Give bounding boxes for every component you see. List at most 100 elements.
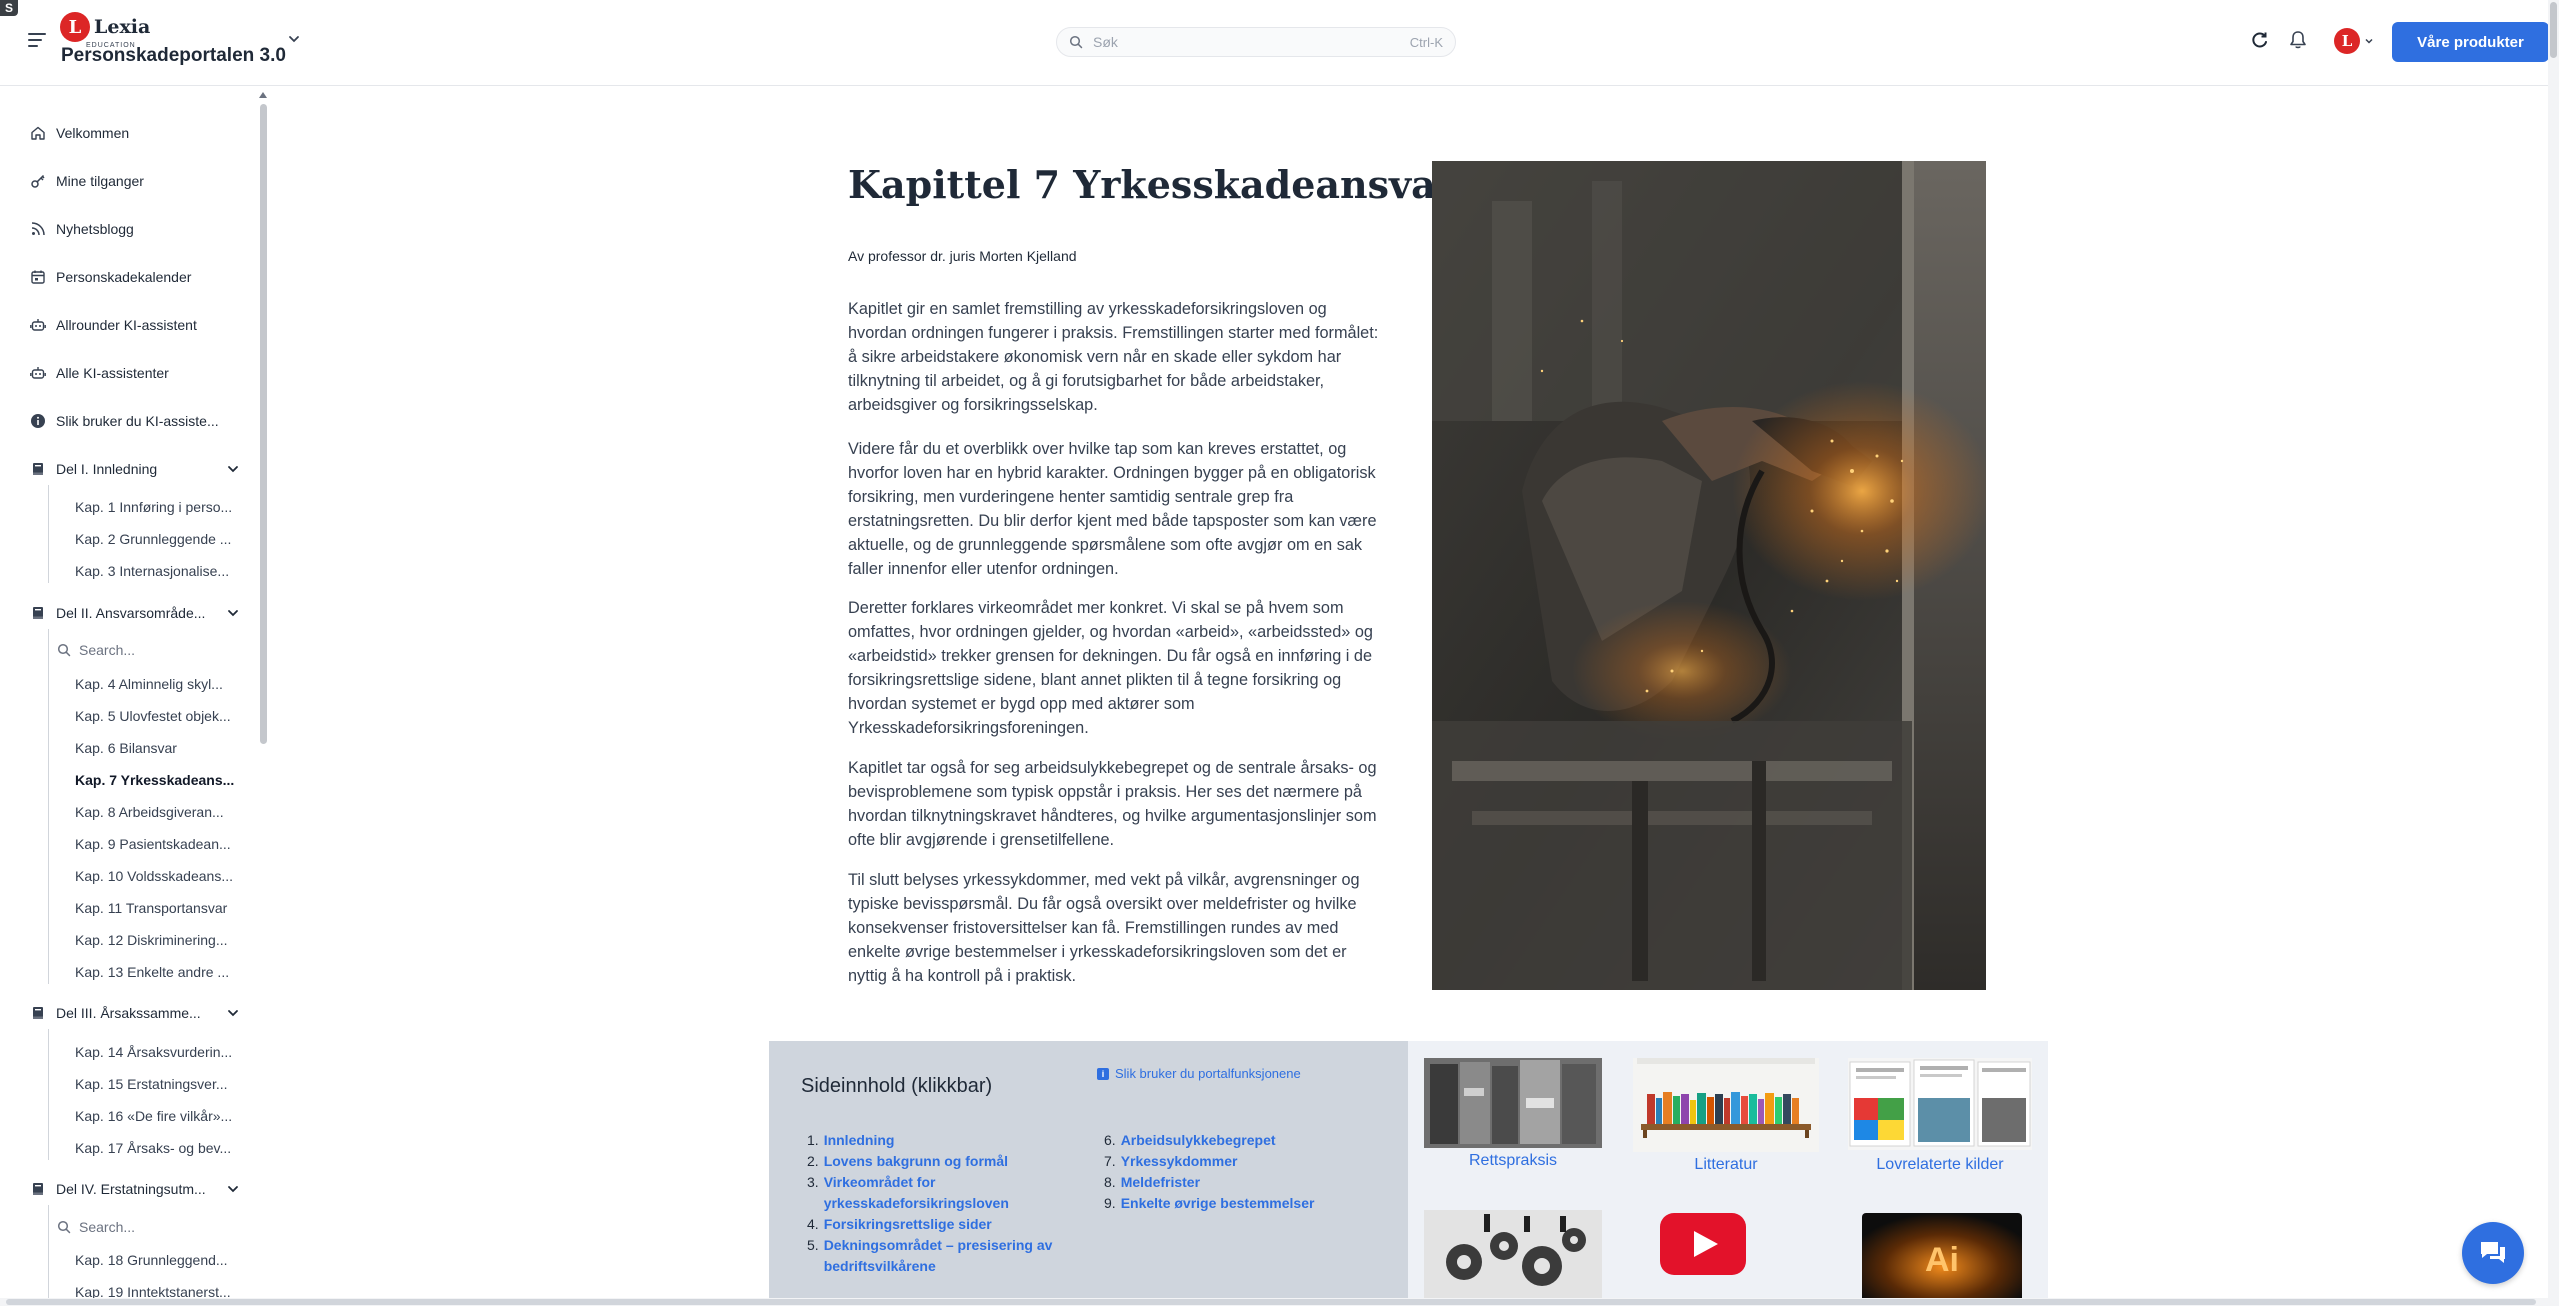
toc-link[interactable]: Meldefrister	[1121, 1172, 1200, 1193]
toc-entry[interactable]: 3. Virkeområdet for yrkesskadeforsikrings…	[807, 1172, 1067, 1214]
sidebar-chapter-item[interactable]: Kap. 8 Arbeidsgiveran...	[75, 804, 240, 820]
sidebar-item-2[interactable]: Mine tilganger	[30, 173, 144, 189]
article-byline: Av professor dr. juris Morten Kjelland	[848, 248, 1077, 264]
sidebar-chapter-item[interactable]: Kap. 15 Erstatningsver...	[75, 1076, 240, 1092]
calendar-icon	[31, 270, 45, 284]
sidebar-chapter-item[interactable]: Kap. 13 Enkelte andre ...	[75, 964, 240, 980]
tile-label[interactable]: Litteratur	[1633, 1156, 1819, 1174]
tree-guide-line	[48, 1205, 49, 1304]
sidebar-item-1[interactable]: Velkommen	[30, 125, 129, 141]
sidebar-item-7[interactable]: Slik bruker du KI-assiste...	[30, 413, 219, 429]
toc-link[interactable]: Enkelte øvrige bestemmelser	[1121, 1193, 1315, 1214]
toc-link[interactable]: Dekningsområdet – presisering av bedrift…	[824, 1235, 1067, 1277]
home-icon	[31, 126, 45, 140]
portal-help-link[interactable]: i Slik bruker du portalfunksjonene	[1097, 1066, 1301, 1081]
sidebar-chapter-item[interactable]: Kap. 10 Voldsskadeans...	[75, 868, 240, 884]
brand-logo[interactable]: L Lexia EDUCATION	[60, 12, 150, 49]
sidebar-chapter-item[interactable]: Kap. 5 Ulovfestet objek...	[75, 708, 240, 724]
sidebar-chapter-item[interactable]: Kap. 6 Bilansvar	[75, 740, 240, 756]
video-tile[interactable]	[1660, 1213, 1746, 1275]
toc-link[interactable]: Virkeområdet for yrkesskadeforsikringslo…	[824, 1172, 1067, 1214]
sidebar-chapter-item[interactable]: Kap. 14 Årsaksvurderin...	[75, 1044, 240, 1060]
avatar-chevron-icon[interactable]	[2364, 36, 2374, 46]
sidebar-scrollbar[interactable]	[259, 92, 268, 1292]
bot-icon	[30, 319, 46, 331]
sidebar-chapter-item[interactable]: Kap. 11 Transportansvar	[75, 900, 240, 916]
top-header: S L Lexia EDUCATION Personskadeportalen …	[0, 0, 2559, 86]
toc-link[interactable]: Lovens bakgrunn og formål	[824, 1151, 1008, 1172]
tile-label[interactable]: Rettspraksis	[1424, 1152, 1602, 1170]
menu-toggle-icon[interactable]	[28, 28, 52, 52]
article-paragraph: Kapitlet tar også for seg arbeidsulykkeb…	[848, 759, 1377, 849]
teamwork-gears-tile[interactable]	[1424, 1210, 1602, 1302]
litteratur-tile[interactable]	[1633, 1058, 1819, 1152]
chat-button[interactable]	[2462, 1222, 2524, 1284]
toc-number: 6.	[1104, 1132, 1116, 1148]
sidebar-group-2[interactable]: Del II. Ansvarsområde...	[30, 605, 240, 621]
sidebar-item-label: Alle KI-assistenter	[56, 365, 169, 381]
toc-entry[interactable]: 6. Arbeidsulykkebegrepet	[1104, 1130, 1384, 1151]
toc-number: 9.	[1104, 1195, 1116, 1211]
sidebar-chapter-item[interactable]: Kap. 2 Grunnleggende ...	[75, 531, 240, 547]
ai-tile[interactable]: Ai	[1862, 1213, 2022, 1303]
rettspraksis-tile[interactable]	[1424, 1058, 1602, 1148]
toc-entry[interactable]: 5. Dekningsområdet – presisering av bedri…	[807, 1235, 1067, 1277]
sidebar-chapter-item[interactable]: Kap. 9 Pasientskadean...	[75, 836, 240, 852]
bot-icon	[30, 367, 46, 379]
book-icon	[33, 463, 43, 475]
chevron-down-icon[interactable]	[226, 606, 240, 620]
app-title[interactable]: Personskadeportalen 3.0	[61, 45, 286, 67]
sidebar-item-4[interactable]: Personskadekalender	[30, 269, 191, 285]
sidebar-chapter-item[interactable]: Kap. 12 Diskriminering...	[75, 932, 240, 948]
toc-entry[interactable]: 9. Enkelte øvrige bestemmelser	[1104, 1193, 1384, 1214]
sidebar-chapter-item[interactable]: Kap. 1 Innføring i perso...	[75, 499, 240, 515]
refresh-icon[interactable]	[2248, 28, 2272, 52]
sidebar-item-label: Mine tilganger	[56, 173, 144, 189]
info-icon: i	[1097, 1067, 1109, 1080]
search-input[interactable]	[1093, 34, 1410, 50]
chevron-down-icon[interactable]	[226, 1006, 240, 1020]
toc-link[interactable]: Arbeidsulykkebegrepet	[1121, 1130, 1276, 1151]
sidebar-chapter-item[interactable]: Kap. 17 Årsaks- og bev...	[75, 1140, 240, 1156]
help-link-label[interactable]: Slik bruker du portalfunksjonene	[1115, 1066, 1301, 1081]
tile-label[interactable]: Lovrelaterte kilder	[1848, 1156, 2032, 1174]
sidebar-group-1[interactable]: Del I. Innledning	[30, 461, 240, 477]
sidebar-group-3[interactable]: Del III. Årsakssamme...	[30, 1005, 240, 1021]
sidebar-item-label: Velkommen	[56, 125, 130, 141]
toc-entry[interactable]: 7. Yrkessykdommer	[1104, 1151, 1384, 1172]
sidebar-chapter-item[interactable]: Kap. 4 Alminnelig skyl...	[75, 676, 240, 692]
sidebar-search-input[interactable]	[79, 642, 229, 658]
toc-number: 5.	[807, 1237, 819, 1253]
sidebar-group-search[interactable]	[57, 642, 240, 658]
lovrelaterte-kilder-tile[interactable]	[1848, 1058, 2032, 1150]
sidebar-group-search[interactable]	[57, 1219, 240, 1235]
sidebar-item-5[interactable]: Allrounder KI-assistent	[30, 317, 197, 333]
search-icon	[1069, 35, 1083, 49]
global-search[interactable]: Ctrl-K	[1056, 27, 1456, 57]
toc-link[interactable]: Forsikringsrettslige sider	[824, 1214, 992, 1235]
search-icon	[57, 643, 71, 657]
chevron-down-icon[interactable]	[226, 1182, 240, 1196]
sidebar-item-6[interactable]: Alle KI-assistenter	[30, 365, 169, 381]
toc-entry[interactable]: 4. Forsikringsrettslige sider	[807, 1214, 1067, 1235]
books-icon	[1424, 1058, 1602, 1148]
chevron-down-icon[interactable]	[226, 462, 240, 476]
toc-entry[interactable]: 2. Lovens bakgrunn og formål	[807, 1151, 1067, 1172]
sidebar-search-input[interactable]	[79, 1219, 229, 1235]
sidebar-item-3[interactable]: Nyhetsblogg	[30, 221, 134, 237]
toc-entry[interactable]: 8. Meldefrister	[1104, 1172, 1384, 1193]
toc-entry[interactable]: 1. Innledning	[807, 1130, 1067, 1151]
sidebar-chapter-item[interactable]: Kap. 3 Internasjonalise...	[75, 563, 240, 579]
products-button[interactable]: Våre produkter	[2392, 22, 2549, 62]
chevron-down-icon[interactable]	[287, 32, 301, 46]
horizontal-scrollbar[interactable]	[0, 1298, 2548, 1306]
page-scrollbar[interactable]	[2548, 0, 2559, 1306]
avatar[interactable]: L	[2334, 28, 2360, 54]
toc-link[interactable]: Innledning	[824, 1130, 895, 1151]
toc-link[interactable]: Yrkessykdommer	[1121, 1151, 1238, 1172]
bell-icon[interactable]	[2286, 28, 2310, 52]
sidebar-chapter-item[interactable]: Kap. 7 Yrkesskadeans...	[75, 772, 240, 788]
sidebar-chapter-item[interactable]: Kap. 16 «De fire vilkår»...	[75, 1108, 240, 1124]
sidebar-group-4[interactable]: Del IV. Erstatningsutm...	[30, 1181, 240, 1197]
sidebar-chapter-item[interactable]: Kap. 18 Grunnleggend...	[75, 1252, 240, 1268]
